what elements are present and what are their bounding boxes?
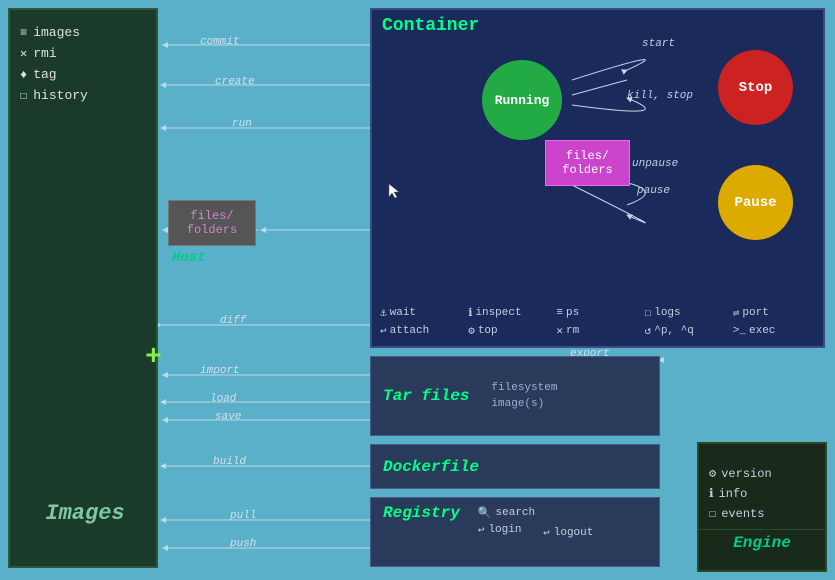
info-cmd[interactable]: ℹ info <box>709 486 815 501</box>
doc-icon: ☐ <box>645 306 652 320</box>
logout-cmd: ↩ logout <box>543 526 593 540</box>
info2-icon: ℹ <box>709 486 714 501</box>
start-label: start <box>642 38 675 50</box>
ps-cmd: ≡ ps <box>556 306 638 320</box>
logout-icon: ↩ <box>543 526 550 540</box>
pull-label: pull <box>230 510 256 522</box>
tag-icon: ♦ <box>20 68 27 82</box>
port-cmd: ⇌ port <box>733 306 815 320</box>
filesystem-label: filesystem <box>491 382 557 394</box>
menu-item-images[interactable]: ≡ images <box>20 22 146 43</box>
rm-cmd: ✕ rm <box>556 324 638 338</box>
dockerfile-title: Dockerfile <box>383 458 479 476</box>
wait-cmd: ⚓ wait <box>380 306 462 320</box>
events-icon: ☐ <box>709 506 716 521</box>
top-icon: ⚙ <box>468 324 475 338</box>
menu-item-rmi[interactable]: ✕ rmi <box>20 43 146 64</box>
create-label: create <box>215 76 255 88</box>
version-icon: ⚙ <box>709 466 716 481</box>
stop-state: Stop <box>718 50 793 125</box>
login-icon: ↩ <box>478 523 485 537</box>
push-label: push <box>230 538 256 550</box>
engine-commands: ⚙ version ℹ info ☐ events <box>699 458 825 529</box>
list-icon: ≡ <box>20 26 27 40</box>
kill-stop-label: kill, stop <box>627 90 693 102</box>
commit-label: commit <box>200 36 240 48</box>
images-menu: ≡ images ✕ rmi ♦ tag ☐ history <box>10 10 156 118</box>
container-panel: Container files/folders Running Stop Pau… <box>370 8 825 348</box>
top-cmd: ⚙ top <box>468 324 550 338</box>
container-commands: ⚓ wait ℹ inspect ≡ ps ☐ logs ⇌ port ↩ at… <box>380 306 815 338</box>
events-cmd[interactable]: ☐ events <box>709 506 815 521</box>
running-state: Running <box>482 60 562 140</box>
list-icon2: ≡ <box>556 307 563 319</box>
dockerfile-panel: Dockerfile <box>370 444 660 489</box>
registry-commands: 🔍 search ↩ login <box>478 506 535 537</box>
tar-title: Tar files <box>371 387 481 405</box>
port-icon: ⇌ <box>733 306 740 320</box>
rm-icon: ✕ <box>556 324 563 338</box>
unpause-label: unpause <box>632 158 678 170</box>
run-label: run <box>232 118 252 130</box>
ctrl-icon: ↺ <box>645 324 652 338</box>
pause-ctrl-cmd: ↺ ^p, ^q <box>645 324 727 338</box>
menu-item-history[interactable]: ☐ history <box>20 85 146 106</box>
host-label: Host <box>172 250 206 266</box>
version-cmd[interactable]: ⚙ version <box>709 466 815 481</box>
save-label: save <box>215 411 241 423</box>
import-label: import <box>200 365 240 377</box>
menu-item-tag[interactable]: ♦ tag <box>20 64 146 85</box>
tar-labels: filesystem image(s) <box>491 382 557 410</box>
container-title: Container <box>372 10 823 42</box>
x-icon: ✕ <box>20 46 27 61</box>
registry-title: Registry <box>383 504 460 522</box>
anchor-icon: ⚓ <box>380 306 387 320</box>
registry-commands-2: ↩ logout <box>543 526 593 540</box>
engine-label: Engine <box>699 529 825 556</box>
images-title: Images <box>10 501 160 526</box>
diff-label: diff <box>220 315 246 327</box>
host-files-box: files/ folders <box>168 200 256 246</box>
attach-icon: ↩ <box>380 324 387 338</box>
build-label: build <box>213 456 246 468</box>
search-icon: 🔍 <box>478 506 492 520</box>
search-cmd: 🔍 search <box>478 506 535 520</box>
exec-icon: >_ <box>733 325 746 337</box>
logs-cmd: ☐ logs <box>645 306 727 320</box>
images-label: image(s) <box>491 398 557 410</box>
main-container: ≡ images ✕ rmi ♦ tag ☐ history Images co… <box>0 0 835 580</box>
pause-label: pause <box>637 185 670 197</box>
tar-panel: Tar files filesystem image(s) <box>370 356 660 436</box>
container-files-box: files/folders <box>545 140 630 186</box>
info-icon: ℹ <box>468 306 472 320</box>
login-cmd: ↩ login <box>478 523 535 537</box>
history-icon: ☐ <box>20 88 27 103</box>
registry-panel: Registry 🔍 search ↩ login ↩ logout <box>370 497 660 567</box>
exec-cmd: >_ exec <box>733 324 815 338</box>
inspect-cmd: ℹ inspect <box>468 306 550 320</box>
pause-state: Pause <box>718 165 793 240</box>
attach-cmd: ↩ attach <box>380 324 462 338</box>
engine-panel: ⚙ version ℹ info ☐ events Engine <box>697 442 827 572</box>
plus-sign: + <box>145 342 162 373</box>
images-panel: ≡ images ✕ rmi ♦ tag ☐ history Images <box>8 8 158 568</box>
load-label: load <box>210 393 236 405</box>
